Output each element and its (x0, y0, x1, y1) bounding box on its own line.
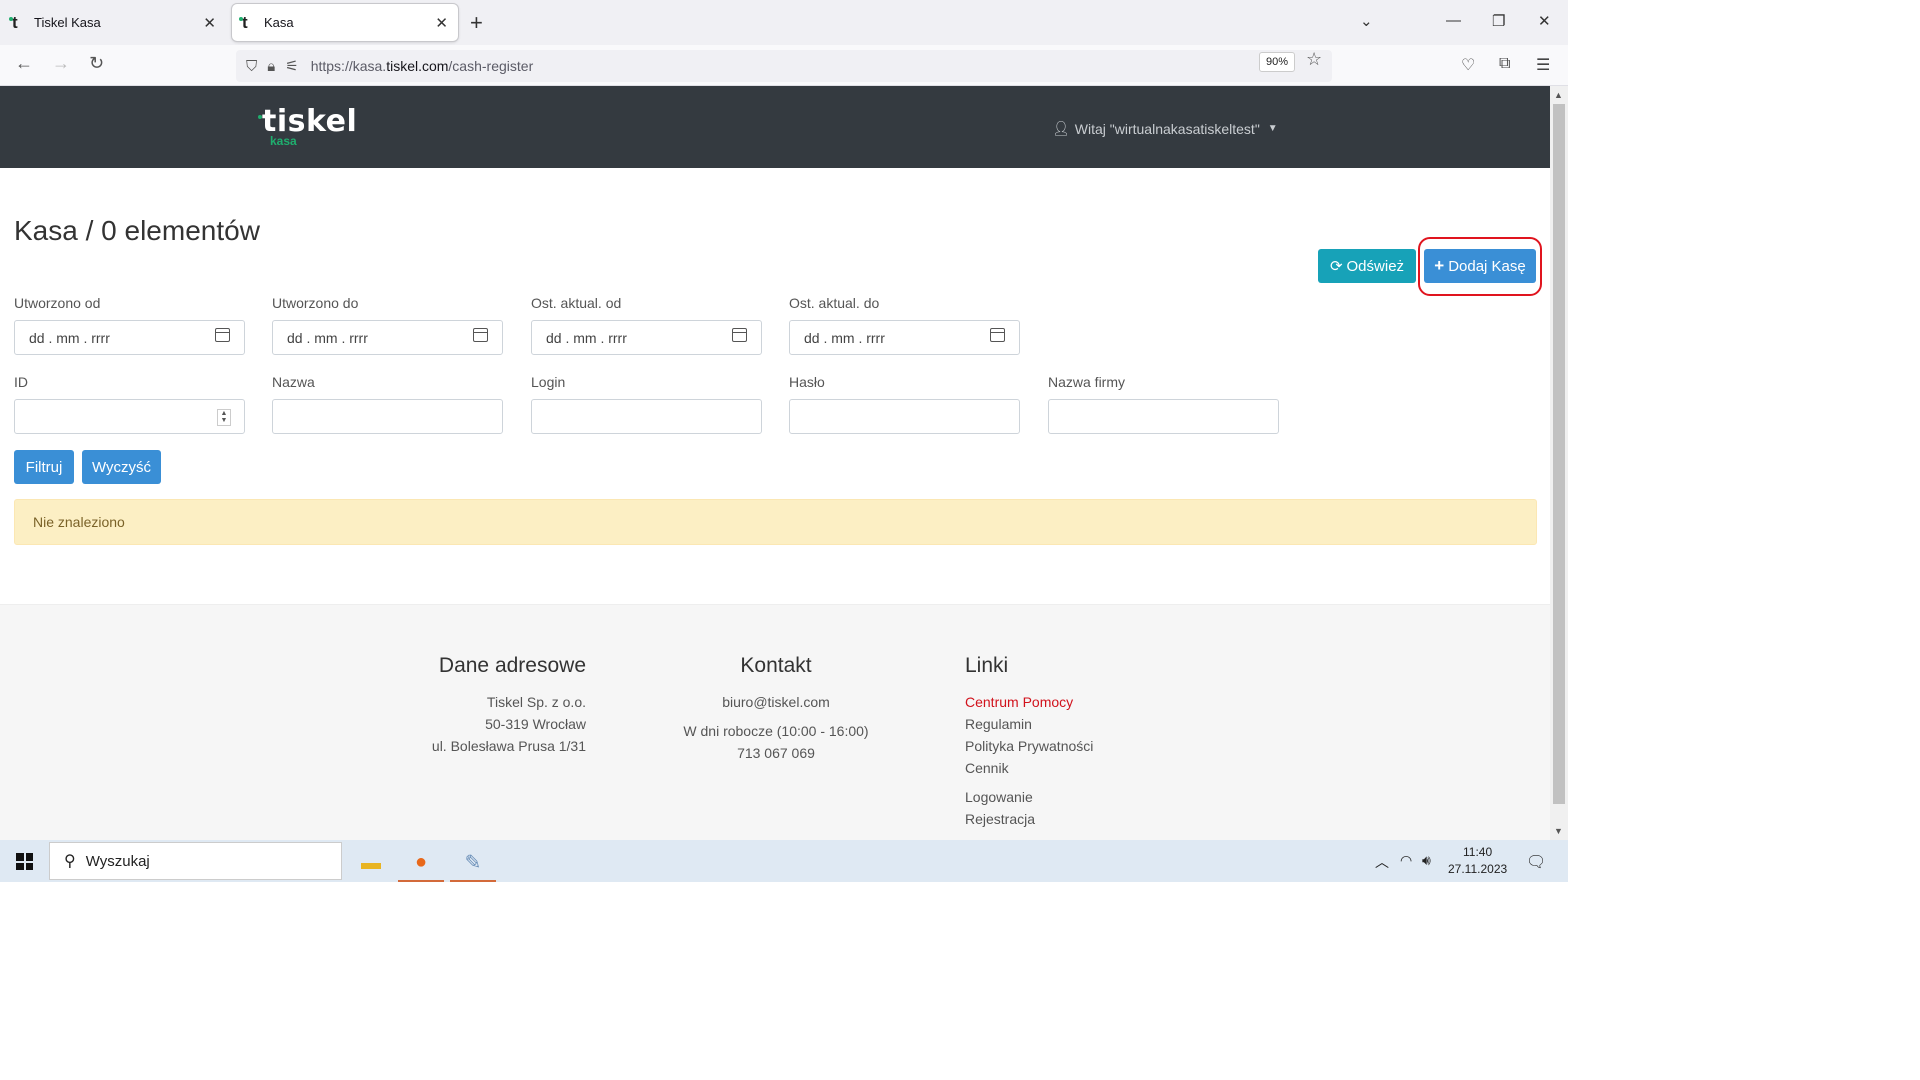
footer-address-title: Dane adresowe (438, 654, 586, 677)
reload-icon[interactable]: ↻ (89, 53, 104, 74)
extensions-icon[interactable]: ⧉ (1499, 55, 1510, 73)
paint-icon[interactable]: ✎ (450, 844, 496, 882)
number-spinner-icon[interactable]: ▲ ▼ (217, 409, 231, 426)
created-to-label: Utworzono do (272, 295, 359, 311)
footer-contact: Kontakt biuro@tiskel.com W dni robocze (… (660, 653, 892, 764)
notifications-icon[interactable]: 🗨︎ (1526, 852, 1546, 872)
register-link[interactable]: Rejestracja (965, 808, 1165, 830)
scroll-up-icon[interactable]: ▲ (1554, 90, 1563, 100)
minimize-icon[interactable]: — (1446, 12, 1461, 29)
footer-contact-title: Kontakt (740, 654, 812, 677)
browser-tab-strip: t Tiskel Kasa ✕ t Kasa ✕ + ⌄ — ❐ ✕ (0, 0, 1568, 45)
browser-navbar: ← → ↻ ⛉ 🔒︎ ⚟ https://kasa.tiskel.com/cas… (0, 45, 1568, 86)
privacy-policy-link[interactable]: Polityka Prywatności (965, 735, 1165, 757)
login-label: Login (531, 374, 566, 390)
calendar-icon[interactable] (473, 328, 488, 342)
highlight-ring (1418, 237, 1542, 296)
pocket-icon[interactable]: ♡ (1461, 55, 1475, 75)
updated-to-date-input[interactable]: dd . mm . rrrr (789, 320, 1020, 355)
close-window-icon[interactable]: ✕ (1538, 12, 1551, 30)
app-header: tiskel kasa 👤︎ Witaj "wirtualnakasatiske… (0, 86, 1550, 168)
updated-to-label: Ost. aktual. do (789, 295, 880, 311)
search-icon: ⚲ (64, 853, 76, 870)
login-link[interactable]: Logowanie (965, 786, 1165, 808)
contact-phone: 713 067 069 (737, 745, 815, 761)
pricing-link[interactable]: Cennik (965, 757, 1165, 779)
tray-overflow-icon[interactable]: ︿ (1375, 852, 1389, 872)
terms-link[interactable]: Regulamin (965, 713, 1165, 735)
close-tab-icon[interactable]: ✕ (203, 14, 216, 32)
company-name-input[interactable] (1048, 399, 1279, 434)
user-menu[interactable]: 👤︎ Witaj "wirtualnakasatiskeltest" ▼ (1052, 120, 1278, 137)
zoom-indicator[interactable]: 90% (1259, 52, 1296, 72)
help-center-link[interactable]: Centrum Pomocy (965, 691, 1165, 713)
bookmark-star-icon[interactable]: ☆ (1306, 49, 1322, 70)
tab-title: Kasa (264, 15, 294, 30)
page-footer: Dane adresowe Tiskel Sp. z o.o. 50-319 W… (0, 604, 1550, 840)
name-input[interactable] (272, 399, 503, 434)
wifi-icon[interactable]: ◠ (1400, 852, 1412, 869)
restore-icon[interactable]: ❐ (1492, 12, 1505, 30)
footer-links: Linki Centrum Pomocy Regulamin Polityka … (965, 653, 1165, 830)
address-line: ul. Bolesława Prusa 1/31 (431, 738, 586, 754)
calendar-icon[interactable] (732, 328, 747, 342)
scrollbar-thumb[interactable] (1553, 104, 1565, 804)
login-input[interactable] (531, 399, 762, 434)
company-name-label: Nazwa firmy (1048, 374, 1126, 390)
windows-taskbar: ⚲ Wyszukaj ▬ ● ✎ ︿ ◠ 🔊︎ 11:40 27.11.2023… (0, 840, 1568, 882)
contact-hours: W dni robocze (10:00 - 16:00) (683, 723, 869, 739)
password-label: Hasło (789, 374, 825, 390)
page-scrollbar[interactable]: ▲ ▼ (1550, 86, 1568, 840)
footer-links-title: Linki (965, 654, 1009, 677)
tiskel-favicon-icon: t (239, 13, 258, 33)
address-line: 50-319 Wrocław (485, 716, 586, 732)
created-from-label: Utworzono od (14, 295, 101, 311)
password-input[interactable] (789, 399, 1020, 434)
contact-email-link[interactable]: biuro@tiskel.com (660, 691, 892, 713)
created-to-date-input[interactable]: dd . mm . rrrr (272, 320, 503, 355)
tab-kasa[interactable]: t Kasa ✕ (232, 4, 458, 41)
back-icon[interactable]: ← (15, 53, 33, 74)
filter-button[interactable]: Filtruj (14, 450, 74, 484)
caret-down-icon: ▼ (1267, 123, 1278, 134)
tiskel-favicon-icon: t (9, 13, 28, 33)
name-label: Nazwa (272, 374, 315, 390)
system-clock[interactable]: 11:40 27.11.2023 (1448, 844, 1507, 878)
permissions-icon[interactable]: ⚟ (285, 57, 298, 75)
user-icon: 👤︎ (1052, 120, 1070, 136)
new-tab-icon[interactable]: + (470, 10, 483, 36)
tiskel-logo[interactable]: tiskel kasa (258, 104, 357, 148)
footer-address: Dane adresowe Tiskel Sp. z o.o. 50-319 W… (400, 653, 586, 757)
tab-tiskel-kasa[interactable]: t Tiskel Kasa ✕ (2, 4, 226, 41)
firefox-icon[interactable]: ● (398, 844, 444, 882)
menu-icon[interactable]: ☰ (1536, 55, 1550, 75)
calendar-icon[interactable] (215, 328, 230, 342)
list-all-tabs-icon[interactable]: ⌄ (1360, 12, 1373, 30)
updated-from-date-input[interactable]: dd . mm . rrrr (531, 320, 762, 355)
tab-title: Tiskel Kasa (34, 15, 101, 30)
scroll-down-icon[interactable]: ▼ (1554, 826, 1563, 836)
id-label: ID (14, 374, 28, 390)
page-title: Kasa / 0 elementów (14, 215, 260, 246)
refresh-icon: ⟳ (1329, 258, 1343, 275)
calendar-icon[interactable] (990, 328, 1005, 342)
close-tab-icon[interactable]: ✕ (435, 14, 448, 32)
windows-start-icon[interactable] (16, 853, 33, 870)
taskbar-search[interactable]: ⚲ Wyszukaj (49, 842, 342, 880)
clear-button[interactable]: Wyczyść (82, 450, 161, 484)
url-text[interactable]: https://kasa.tiskel.com/cash-register (311, 58, 534, 74)
forward-icon[interactable]: → (52, 53, 70, 74)
no-results-alert: Nie znaleziono (14, 499, 1537, 545)
shield-icon[interactable]: ⛉ (246, 58, 257, 75)
address-bar[interactable]: ⛉ 🔒︎ ⚟ https://kasa.tiskel.com/cash-regi… (236, 50, 1332, 82)
created-from-date-input[interactable]: dd . mm . rrrr (14, 320, 245, 355)
refresh-button[interactable]: ⟳ Odśwież (1318, 249, 1416, 283)
lock-icon[interactable]: 🔒︎ (267, 58, 275, 75)
id-number-input[interactable]: ▲ ▼ (14, 399, 245, 434)
address-line: Tiskel Sp. z o.o. (486, 694, 586, 710)
volume-icon[interactable]: 🔊︎ (1422, 852, 1431, 869)
user-greeting: Witaj "wirtualnakasatiskeltest" (1074, 120, 1260, 137)
file-explorer-icon[interactable]: ▬ (348, 844, 394, 882)
updated-from-label: Ost. aktual. od (531, 295, 622, 311)
